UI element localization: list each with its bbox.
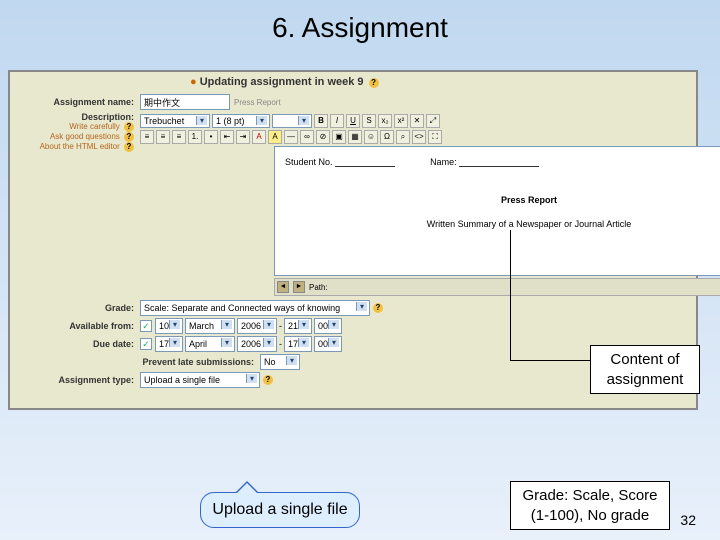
label-assignment-name: Assignment name:: [10, 97, 140, 107]
label-prevent-late: Prevent late submissions:: [10, 357, 260, 367]
align-right-button[interactable]: ≡: [172, 130, 186, 144]
grade-select[interactable]: Scale: Separate and Connected ways of kn…: [140, 300, 370, 316]
label-grade: Grade:: [10, 303, 140, 313]
expand-button[interactable]: ⤢: [426, 114, 440, 128]
size-select[interactable]: 1 (8 pt): [212, 114, 270, 128]
color-button[interactable]: A: [252, 130, 266, 144]
underline-button[interactable]: U: [346, 114, 360, 128]
prevent-late-select[interactable]: No: [260, 354, 300, 370]
student-no-label: Student No.: [285, 157, 333, 167]
path-prev-button[interactable]: ◄: [277, 281, 289, 293]
style-select[interactable]: [272, 114, 312, 128]
smiley-button[interactable]: ☺: [364, 130, 378, 144]
page-heading: ● Updating assignment in week 9 ?: [10, 72, 696, 92]
avail-year-select[interactable]: 2006: [237, 318, 277, 334]
page-number: 32: [680, 512, 696, 528]
html-button[interactable]: <>: [412, 130, 426, 144]
sub-button[interactable]: x₂: [378, 114, 392, 128]
available-from-checkbox[interactable]: ✓: [140, 320, 152, 332]
bold-button[interactable]: B: [314, 114, 328, 128]
blank-line: [459, 158, 539, 167]
link-button[interactable]: ∞: [300, 130, 314, 144]
table-button[interactable]: ▦: [348, 130, 362, 144]
align-left-button[interactable]: ≡: [140, 130, 154, 144]
avail-hour-select[interactable]: 21: [284, 318, 312, 334]
label-description: Description:: [10, 112, 140, 122]
summary-subheading: Written Summary of a Newspaper or Journa…: [285, 219, 720, 229]
label-available-from: Available from:: [10, 321, 140, 331]
help-write-carefully: Write carefully ?: [10, 122, 140, 132]
strike-button[interactable]: S: [362, 114, 376, 128]
font-select[interactable]: Trebuchet: [140, 114, 210, 128]
editor-toolbar-1: Trebuchet 1 (8 pt) B I U S x₂ x² ✕ ⤢: [140, 114, 720, 128]
due-min-select[interactable]: 00: [314, 336, 342, 352]
image-button[interactable]: ▣: [332, 130, 346, 144]
due-date-checkbox[interactable]: ✓: [140, 338, 152, 350]
assignment-name-input[interactable]: [140, 94, 230, 110]
help-icon[interactable]: ?: [124, 122, 134, 132]
blank-line: [335, 158, 395, 167]
annotation-grade: Grade: Scale, Score (1-100), No grade: [510, 481, 670, 530]
fullscreen-button[interactable]: ⛶: [428, 130, 442, 144]
search-button[interactable]: ⌕: [396, 130, 410, 144]
annotation-content: Content of assignment: [590, 345, 700, 394]
due-month-select[interactable]: April: [185, 336, 235, 352]
unlink-button[interactable]: ⊘: [316, 130, 330, 144]
connector-line: [510, 230, 511, 360]
description-editor[interactable]: Student No. Name: Press Report Written S…: [274, 146, 720, 276]
orange-dot-icon: ●: [190, 76, 197, 88]
avail-month-select[interactable]: March: [185, 318, 235, 334]
bgcolor-button[interactable]: A: [268, 130, 282, 144]
outdent-button[interactable]: ⇤: [220, 130, 234, 144]
label-assignment-type: Assignment type:: [10, 375, 140, 385]
hr-button[interactable]: —: [284, 130, 298, 144]
avail-day-select[interactable]: 10: [155, 318, 183, 334]
connector-line: [510, 360, 598, 361]
help-ask-questions: Ask good questions ?: [10, 132, 140, 142]
name-label: Name:: [430, 157, 457, 167]
italic-button[interactable]: I: [330, 114, 344, 128]
callout-upload: Upload a single file: [200, 492, 360, 528]
label-due-date: Due date:: [10, 339, 140, 349]
indent-button[interactable]: ⇥: [236, 130, 250, 144]
assignment-name-hint: Press Report: [234, 98, 281, 107]
press-report-heading: Press Report: [285, 195, 720, 205]
help-icon[interactable]: ?: [369, 78, 379, 88]
align-center-button[interactable]: ≡: [156, 130, 170, 144]
assignment-type-select[interactable]: Upload a single file: [140, 372, 260, 388]
help-icon[interactable]: ?: [263, 375, 273, 385]
editor-path-bar: ◄ ► Path: ▲ ▼: [274, 278, 720, 296]
due-year-select[interactable]: 2006: [237, 336, 277, 352]
char-button[interactable]: Ω: [380, 130, 394, 144]
editor-toolbar-2: ≡ ≡ ≡ 1. • ⇤ ⇥ A A — ∞ ⊘ ▣ ▦ ☺ Ω ⌕ <> ⛶: [140, 130, 720, 144]
clean-button[interactable]: ✕: [410, 114, 424, 128]
list-ol-button[interactable]: 1.: [188, 130, 202, 144]
list-ul-button[interactable]: •: [204, 130, 218, 144]
help-icon[interactable]: ?: [124, 142, 134, 152]
due-day-select[interactable]: 17: [155, 336, 183, 352]
sup-button[interactable]: x²: [394, 114, 408, 128]
path-next-button[interactable]: ►: [293, 281, 305, 293]
path-label: Path:: [309, 283, 328, 292]
avail-min-select[interactable]: 00: [314, 318, 342, 334]
help-icon[interactable]: ?: [373, 303, 383, 313]
slide-title: 6. Assignment: [0, 0, 720, 52]
due-hour-select[interactable]: 17: [284, 336, 312, 352]
help-icon[interactable]: ?: [124, 132, 134, 142]
help-about-editor: About the HTML editor ?: [10, 142, 140, 152]
